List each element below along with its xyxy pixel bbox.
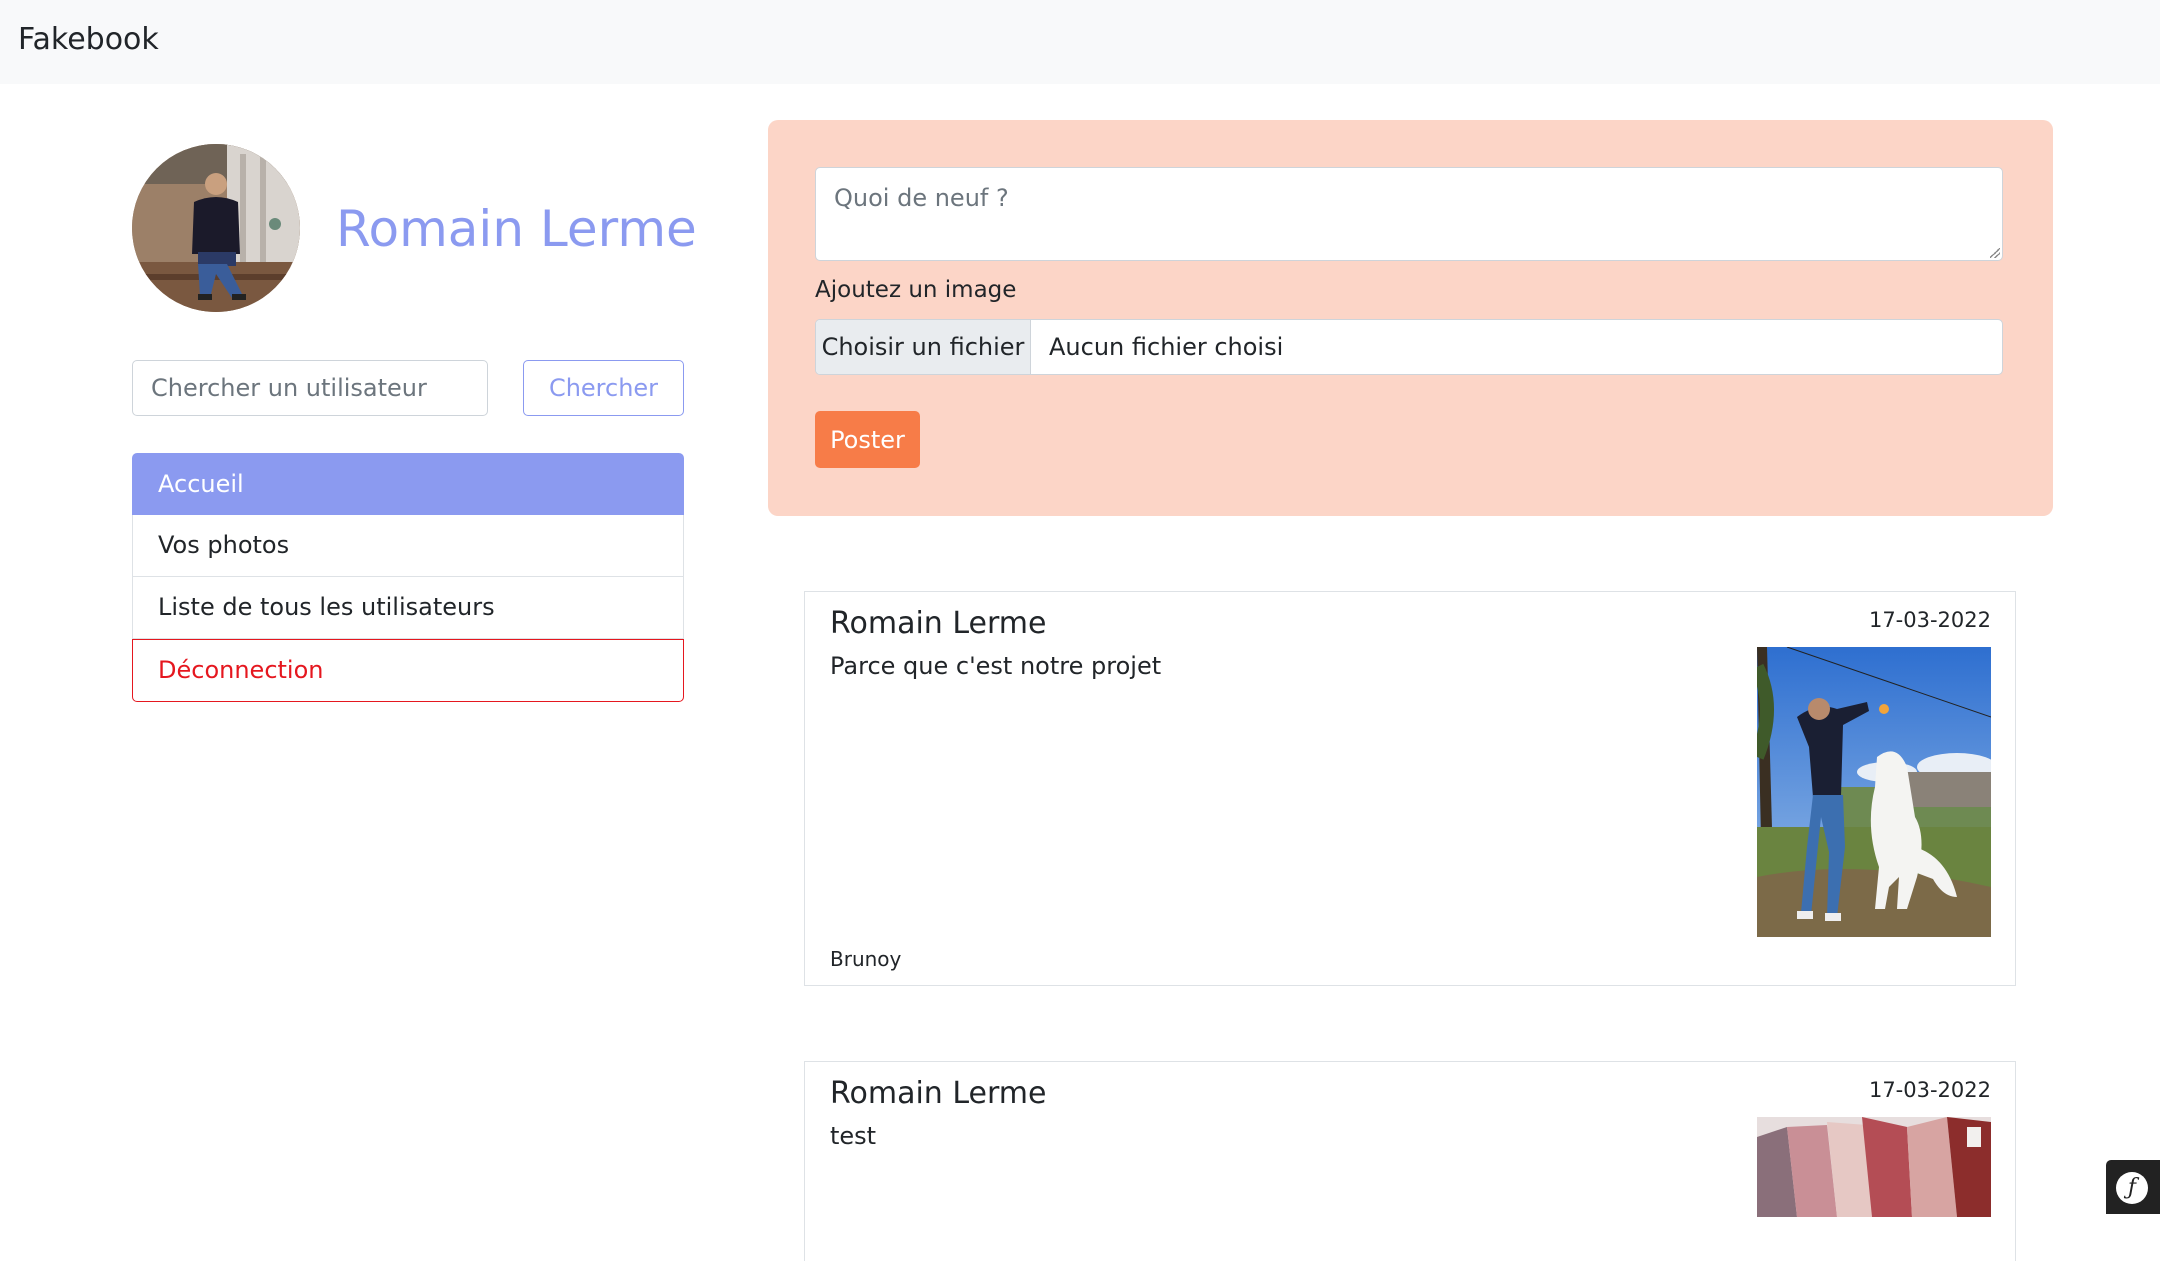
post-date: 17-03-2022 (1868, 608, 1991, 632)
navbar: Fakebook (0, 0, 2160, 84)
image-upload-label: Ajoutez un image (815, 277, 1017, 303)
profile-name[interactable]: Romain Lerme (336, 200, 697, 258)
menu-item-home[interactable]: Accueil (132, 453, 684, 515)
menu-item-logout[interactable]: Déconnection (132, 639, 684, 702)
symfony-icon: ƒ (2116, 1172, 2148, 1204)
post-image[interactable] (1757, 1117, 1991, 1217)
choose-file-button[interactable]: Choisir un fichier (816, 320, 1031, 374)
post-text: Parce que c'est notre projet (830, 652, 1162, 680)
post-button[interactable]: Poster (815, 411, 920, 468)
avatar[interactable] (132, 144, 300, 312)
search-button[interactable]: Chercher (523, 360, 684, 416)
post-text: test (830, 1122, 877, 1150)
post-card: Romain Lerme 17-03-2022 Parce que c'est … (804, 591, 2016, 986)
menu-item-photos[interactable]: Vos photos (132, 515, 684, 577)
post-location: Brunoy (830, 947, 902, 971)
post-author[interactable]: Romain Lerme (830, 1076, 1046, 1111)
resize-grip-icon[interactable] (1990, 248, 2000, 258)
avatar-photo (132, 144, 300, 312)
file-input[interactable]: Choisir un fichier Aucun fichier choisi (815, 319, 2003, 375)
post-author[interactable]: Romain Lerme (830, 606, 1046, 641)
file-status: Aucun fichier choisi (1049, 333, 1284, 361)
post-image[interactable] (1757, 647, 1991, 937)
post-date: 17-03-2022 (1868, 1078, 1991, 1102)
post-card: Romain Lerme 17-03-2022 test (804, 1061, 2016, 1261)
symfony-profiler-toggle[interactable]: ƒ (2106, 1160, 2160, 1214)
menu-item-users-list[interactable]: Liste de tous les utilisateurs (132, 577, 684, 639)
post-composer: Ajoutez un image Choisir un fichier Aucu… (768, 120, 2053, 516)
status-textarea[interactable] (815, 167, 2003, 261)
brand-logo[interactable]: Fakebook (18, 22, 159, 57)
sidebar-menu: Accueil Vos photos Liste de tous les uti… (132, 453, 684, 702)
search-input[interactable] (132, 360, 488, 416)
